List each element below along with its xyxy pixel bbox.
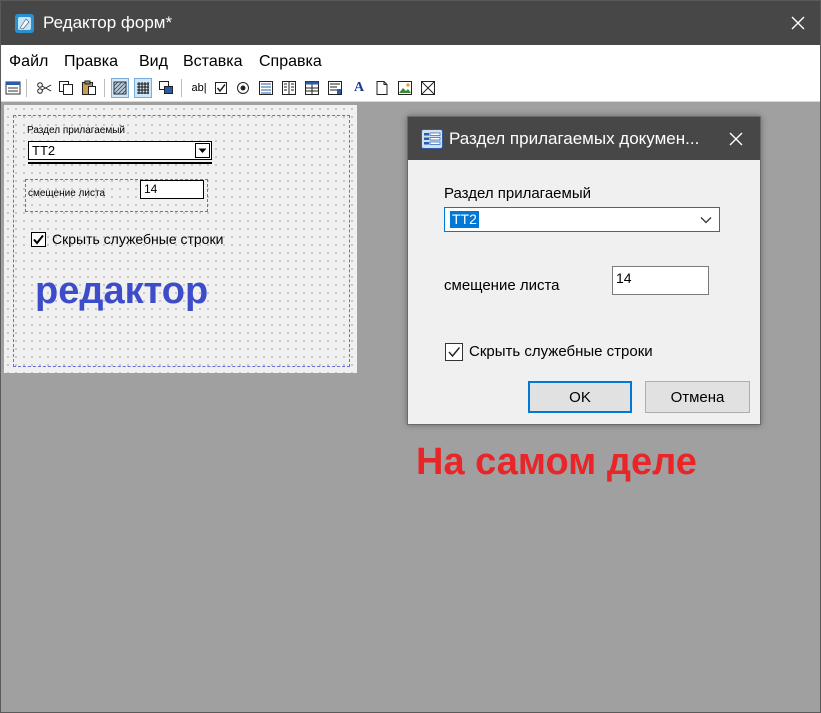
form-icon	[421, 129, 443, 149]
editor-annotation: редактор	[35, 270, 209, 312]
copy-button[interactable]	[57, 78, 75, 98]
window-close-button[interactable]	[776, 1, 820, 45]
menu-edit[interactable]: Правка	[64, 53, 118, 71]
editor-offset-label: смещение листа	[28, 188, 106, 199]
editor-combo-value: ТТ2	[32, 143, 56, 158]
toolbar: ab| A	[1, 75, 820, 102]
triangle-down-icon	[198, 148, 207, 153]
chevron-down-icon	[700, 217, 712, 224]
box-button[interactable]	[419, 78, 437, 98]
text-field-button[interactable]: ab|	[189, 78, 209, 98]
dialog-hide-rows-checkbox[interactable]	[445, 343, 463, 361]
editor-offset-input[interactable]: 14	[140, 180, 204, 199]
cut-button[interactable]	[35, 78, 53, 98]
menu-insert[interactable]: Вставка	[183, 53, 242, 71]
radio-icon	[237, 82, 249, 94]
columns-icon	[282, 81, 296, 95]
text-button[interactable]: A	[350, 78, 368, 98]
window-titlebar[interactable]: Редактор форм*	[1, 1, 820, 45]
copy-icon	[59, 81, 73, 95]
window-title: Редактор форм*	[43, 13, 173, 32]
paste-icon	[82, 80, 96, 95]
window-icon	[5, 81, 21, 95]
dialog-section-label: Раздел прилагаемый	[444, 185, 591, 202]
table-icon	[305, 81, 319, 95]
list-icon	[259, 81, 273, 95]
dialog-offset-input[interactable]: 14	[612, 266, 709, 295]
columns-button[interactable]	[280, 78, 298, 98]
editor-combo-underline	[28, 162, 212, 164]
editor-canvas[interactable]: Раздел прилагаемый ТТ2 смещение листа 14	[4, 105, 357, 373]
box-icon	[421, 81, 435, 95]
cancel-button[interactable]: Отмена	[645, 381, 750, 413]
picture-icon	[398, 81, 412, 95]
shaded-grid-button[interactable]	[111, 78, 129, 98]
page-icon	[376, 81, 388, 95]
form-editor-window: Редактор форм* Файл Правка Вид Вставка С…	[0, 0, 821, 713]
editor-section-combo[interactable]: ТТ2	[28, 141, 212, 160]
checkmark-icon	[33, 234, 44, 245]
overlap-icon	[159, 81, 173, 94]
page-button[interactable]	[373, 78, 391, 98]
cut-icon	[37, 82, 52, 94]
menu-view[interactable]: Вид	[139, 53, 168, 71]
dialog-close-button[interactable]	[712, 117, 760, 160]
checkmark-icon	[448, 347, 461, 358]
paste-button[interactable]	[80, 78, 98, 98]
checkbox-icon	[215, 82, 227, 94]
dialog-combo-value: ТТ2	[450, 211, 479, 228]
close-icon	[791, 16, 805, 30]
list-button[interactable]	[257, 78, 275, 98]
checkbox-button[interactable]	[212, 78, 230, 98]
menu-file[interactable]: Файл	[9, 53, 48, 71]
radio-button[interactable]	[234, 78, 252, 98]
window-button[interactable]	[4, 78, 22, 98]
dialog-offset-value: 14	[616, 270, 632, 286]
app-icon	[15, 14, 34, 33]
editor-hide-rows-label: Скрыть служебные строки	[52, 231, 224, 247]
ok-button[interactable]: OK	[528, 381, 632, 413]
picture-button[interactable]	[396, 78, 414, 98]
dialog-titlebar[interactable]: Раздел прилагаемых докумен...	[408, 117, 760, 160]
dialog-title: Раздел прилагаемых докумен...	[449, 129, 700, 148]
editor-section-label: Раздел прилагаемый	[27, 125, 125, 136]
table-button[interactable]	[303, 78, 321, 98]
grid-icon	[137, 82, 149, 94]
dialog-offset-label: смещение листа	[444, 277, 560, 294]
overlap-button[interactable]	[157, 78, 175, 98]
dialog-hide-rows-label: Скрыть служебные строки	[469, 343, 653, 360]
toolbar-separator	[181, 79, 182, 97]
toolbar-separator	[26, 79, 27, 97]
grid-button[interactable]	[134, 78, 152, 98]
shaded-grid-icon	[113, 81, 127, 95]
toolbar-separator	[104, 79, 105, 97]
workspace: Раздел прилагаемый ТТ2 смещение листа 14	[1, 103, 820, 712]
preview-dialog: Раздел прилагаемых докумен... Раздел при…	[407, 116, 761, 425]
real-annotation: На самом деле	[416, 441, 697, 483]
frame-icon	[328, 81, 342, 95]
editor-offset-value: 14	[144, 182, 158, 196]
menu-bar: Файл Правка Вид Вставка Справка	[1, 45, 820, 75]
editor-hide-rows-checkbox[interactable]	[31, 232, 46, 247]
close-icon	[729, 132, 743, 145]
editor-combo-arrow[interactable]	[195, 143, 210, 158]
dialog-section-select[interactable]: ТТ2	[444, 207, 720, 232]
menu-help[interactable]: Справка	[259, 53, 322, 71]
frame-button[interactable]	[326, 78, 344, 98]
